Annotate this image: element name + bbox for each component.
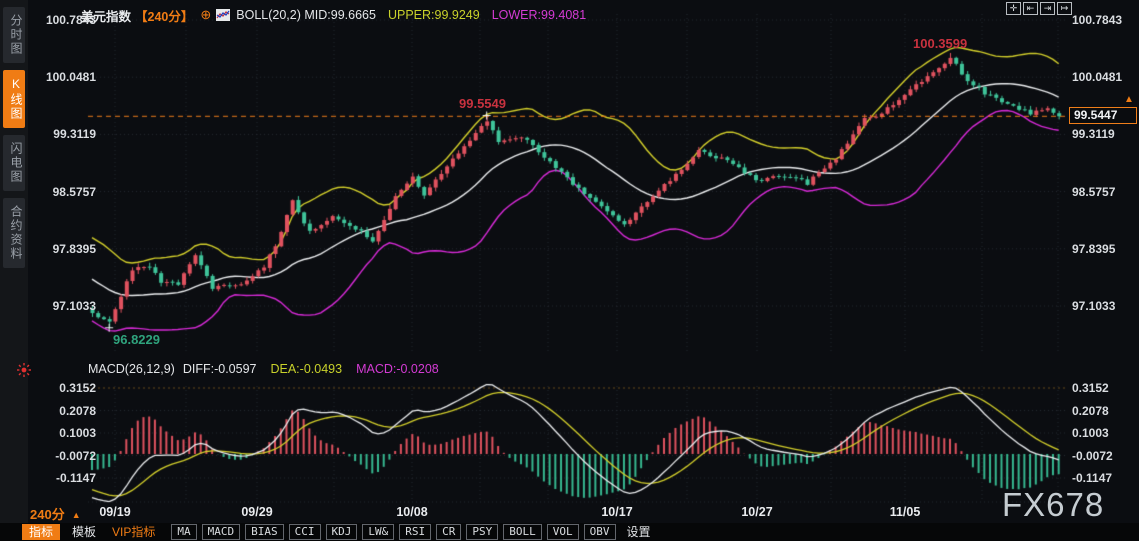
pan-chart-icon[interactable]: ✛ [1006,2,1021,15]
toolbar-item-设置[interactable]: 设置 [621,524,657,540]
macd-params: MACD(26,12,9) [88,362,175,376]
toolbar-item-BOLL[interactable]: BOLL [503,524,542,540]
toolbar-item-RSI[interactable]: RSI [399,524,432,540]
mini-chart-icon[interactable] [216,9,231,21]
toolbar-item-模板[interactable]: 模板 [66,524,102,540]
date-tick-label: 11/05 [889,505,921,519]
peak-annotation: 100.3599 [913,36,968,51]
chevron-up-icon: ▲ [71,510,81,520]
axis-tick-label: 100.0481 [45,70,96,85]
toolbar-item-PSY[interactable]: PSY [466,524,499,540]
trading-chart-window: 分时图 K线图闪电图合约资料 美元指数 【240分】 ⊕ BOLL(20,2) M… [0,0,1139,541]
symbol-name: 美元指数 [81,9,132,24]
axis-tick-label: -0.1147 [55,471,96,485]
toolbar-item-OBV[interactable]: OBV [583,524,616,540]
timeframe-selector[interactable]: 240分 ▲ [30,504,81,523]
toolbar-item-MACD[interactable]: MACD [201,524,241,540]
chart-canvas[interactable] [0,0,1139,541]
axis-tick-label: 0.3152 [59,381,96,395]
macd-value: MACD:-0.0208 [356,362,439,376]
axis-tick-label: 0.1003 [1072,426,1109,440]
last-price-badge: 99.5447 [1069,107,1137,124]
axis-compress-icon[interactable]: ⇤ [1023,2,1038,15]
price-marker-arrow-icon: ▲ [1124,94,1134,105]
axis-tick-label: 98.5757 [52,184,96,199]
axis-tick-label: 0.1003 [59,426,96,440]
toolbar-item-CR[interactable]: CR [436,524,462,540]
axis-tick-label: 0.2078 [59,403,96,418]
axis-tick-label: 97.8395 [1072,241,1116,256]
period-label[interactable]: 【240分】 [135,6,193,25]
alert-blinker-icon[interactable] [16,362,32,378]
axis-tick-label: 97.8395 [52,241,96,256]
low-annotation: 96.8229 [113,332,160,347]
globe-icon[interactable]: ⊕ [200,7,211,23]
date-tick-label: 09/19 [99,505,131,519]
toolbar-item-CCI[interactable]: CCI [288,524,321,540]
chart-type-sidebar: 分时图 K线图闪电图合约资料 [0,0,28,523]
toolbar-item-VIP指标[interactable]: VIP指标 [106,524,161,540]
date-tick-label: 09/29 [241,505,273,519]
toolbar-item-指标[interactable]: 指标 [22,524,61,540]
chart-tools: ✛ ⇤ ⇥ ↦ [1006,2,1072,15]
fx678-watermark: FX678 [1002,486,1105,523]
axis-tick-label: 97.1033 [1072,299,1116,313]
axis-tick-label: 100.0481 [1072,70,1123,85]
date-tick-label: 10/08 [396,505,428,519]
axis-tick-label: 99.3119 [53,127,96,142]
pane-shift-icon[interactable]: ↦ [1057,2,1072,15]
axis-tick-label: 0.3152 [1072,381,1109,395]
boll-mid-value: BOLL(20,2) MID:99.6665 [236,8,376,22]
sidebar-tab-active[interactable]: K线图 [3,70,25,128]
macd-dea-value: DEA:-0.0493 [270,362,343,376]
axis-tick-label: 97.1033 [52,299,96,313]
date-tick-label: 10/27 [741,505,773,519]
toolbar-item-LW&[interactable]: LW& [362,524,395,540]
axis-tick-label: 99.3119 [1072,127,1115,142]
sidebar-tab-item[interactable]: 闪电图 [3,135,25,191]
indicator-toolbar: 指标 模板 VIP指标 MA MACD BIAS CCI KDJ LW& RSI CR PSY BOLL… [0,523,1139,541]
boll-upper-value: UPPER:99.9249 [387,8,480,22]
axis-expand-icon[interactable]: ⇥ [1040,2,1055,15]
boll-lower-value: LOWER:99.4081 [491,8,587,22]
axis-tick-label: -0.0072 [1072,448,1113,463]
toolbar-item-MA[interactable]: MA [171,524,197,540]
axis-tick-label: -0.1147 [1072,471,1113,485]
macd-diff-value: DIFF:-0.0597 [182,362,257,376]
sidebar-tab-item[interactable]: 合约资料 [3,198,25,268]
toolbar-item-VOL[interactable]: VOL [546,524,579,540]
axis-tick-label: 98.5757 [1072,184,1116,199]
axis-tick-label: -0.0072 [55,448,96,463]
macd-header: MACD(26,12,9) DIFF:-0.0597 DEA:-0.0493 M… [88,362,439,376]
swing-high-annotation: 99.5549 [459,96,506,111]
axis-tick-label: 100.7843 [1072,13,1123,27]
sidebar-tab-item[interactable]: 分时图 [3,7,25,63]
date-tick-label: 10/17 [601,505,633,519]
toolbar-item-BIAS[interactable]: BIAS [245,524,284,540]
axis-tick-label: 0.2078 [1072,403,1109,418]
toolbar-item-KDJ[interactable]: KDJ [325,524,358,540]
chart-header: 美元指数 【240分】 ⊕ BOLL(20,2) MID:99.6665 UPP… [81,6,586,24]
